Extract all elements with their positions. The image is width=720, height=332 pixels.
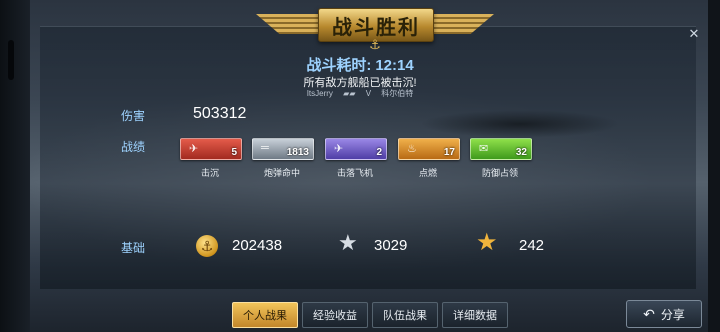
elite-experience-star-icon: ★ — [476, 228, 498, 256]
medal-count: 17 — [443, 147, 455, 158]
battle-duration: 战斗耗时: 12:14 — [0, 54, 720, 75]
player-rank-icon: ▰▰ — [343, 89, 356, 98]
players-line: ItsJerry ▰▰ V 科尔伯特 — [0, 88, 720, 99]
share-button[interactable]: ↶ 分享 — [626, 300, 702, 328]
medal-defend[interactable]: ✉ 32 — [470, 138, 532, 160]
experience-star-icon: ★ — [338, 230, 358, 255]
right-bezel — [708, 0, 720, 332]
experience-value: 3029 — [374, 237, 408, 254]
plane-down-icon: ✈ — [334, 143, 344, 155]
medal-label-fire: 点燃 — [418, 168, 437, 178]
result-tabs: 个人战果 经验收益 队伍战果 详细数据 — [232, 302, 508, 328]
anchor-icon: ⚓ — [369, 37, 381, 52]
share-label: 分享 — [660, 307, 685, 322]
victory-banner: 战斗胜利 ⚓ — [256, 6, 494, 52]
defend-icon: ✉ — [479, 143, 489, 155]
player-left: ItsJerry — [306, 89, 333, 98]
tab-team-results[interactable]: 队伍战果 — [372, 302, 438, 328]
elite-experience-value: 242 — [519, 237, 545, 254]
tab-experience-earnings[interactable]: 经验收益 — [302, 302, 368, 328]
medal-count: 1813 — [286, 147, 309, 158]
medal-count: 5 — [231, 147, 237, 158]
fire-icon: ♨ — [407, 143, 417, 155]
achievements-label: 战绩 — [121, 140, 146, 154]
medal-plane-down[interactable]: ✈ 2 — [325, 138, 387, 160]
versus-label: V — [365, 89, 372, 98]
base-label: 基础 — [121, 241, 146, 255]
medal-label-defend: 防御占领 — [481, 168, 518, 178]
shell-hit-icon: ═ — [261, 142, 269, 154]
left-bezel — [0, 0, 30, 332]
medal-label-sink: 击沉 — [200, 168, 219, 178]
share-arrow-icon: ↶ — [643, 305, 655, 322]
medal-shell-hit[interactable]: ═ 1813 — [252, 138, 314, 160]
medal-count: 2 — [376, 147, 382, 158]
credits-value: 202438 — [232, 237, 283, 254]
damage-label: 伤害 — [121, 109, 146, 123]
player-right: 科尔伯特 — [381, 89, 414, 98]
medal-sink[interactable]: ✈ 5 — [180, 138, 242, 160]
medal-label-plane-down: 击落飞机 — [336, 168, 373, 178]
island-silhouette — [420, 110, 620, 138]
tab-detailed-data[interactable]: 详细数据 — [442, 302, 508, 328]
ship-sink-icon: ✈ — [189, 143, 199, 155]
damage-value: 503312 — [193, 105, 247, 122]
tab-personal-results[interactable]: 个人战果 — [232, 302, 298, 328]
medal-label-shell-hit: 炮弹命中 — [263, 168, 300, 178]
medal-count: 32 — [515, 147, 527, 158]
duration-label: 战斗耗时: — [306, 57, 372, 74]
medal-fire[interactable]: ♨ 17 — [398, 138, 460, 160]
close-icon[interactable]: ✕ — [682, 27, 706, 41]
credits-coin-icon: ⚓ — [196, 235, 218, 257]
duration-value: 12:14 — [375, 57, 414, 74]
